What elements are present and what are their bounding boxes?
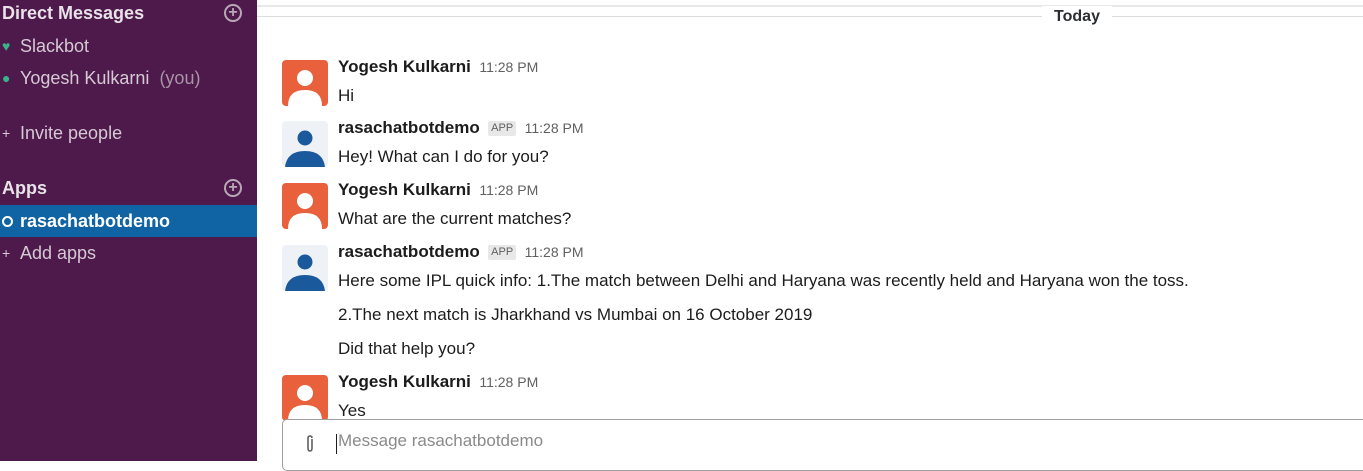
message-meta: Yogesh Kulkarni 11:28 PM <box>338 180 538 200</box>
message-time[interactable]: 11:28 PM <box>525 120 584 136</box>
message-text: Did that help you? <box>338 339 476 358</box>
invite-people-label: Invite people <box>20 122 123 143</box>
text-cursor <box>336 434 337 454</box>
header-divider <box>257 5 1363 7</box>
add-apps-button[interactable]: + Add apps <box>0 237 259 269</box>
message-composer[interactable] <box>282 419 1363 471</box>
add-app-icon[interactable]: + <box>224 179 242 197</box>
plus-icon: + <box>2 245 11 261</box>
message-author[interactable]: rasachatbotdemo <box>338 242 480 261</box>
message-author[interactable]: Yogesh Kulkarni <box>338 57 471 76</box>
direct-messages-header[interactable]: Direct Messages + <box>0 0 259 29</box>
sidebar-item-rasachatbotdemo[interactable]: rasachatbotdemo <box>0 205 257 237</box>
blue-person-avatar[interactable] <box>282 121 328 167</box>
message-time[interactable]: 11:28 PM <box>479 374 538 390</box>
heart-icon: ♥ <box>2 38 11 54</box>
message-time[interactable]: 11:28 PM <box>479 59 538 75</box>
app-badge: APP <box>488 245 517 260</box>
add-apps-label: Add apps <box>20 242 97 263</box>
message-author[interactable]: Yogesh Kulkarni <box>338 372 471 391</box>
message-text: Yes <box>338 401 366 420</box>
message-time[interactable]: 11:28 PM <box>525 244 584 260</box>
message-text: 2.The next match is Jharkhand vs Mumbai … <box>338 305 813 324</box>
orange-person-avatar[interactable] <box>282 183 328 229</box>
app-badge: APP <box>488 121 517 136</box>
date-divider: Today <box>1042 6 1112 28</box>
sidebar-item-label: Slackbot <box>20 35 90 56</box>
direct-messages-label: Direct Messages <box>2 2 145 23</box>
sidebar-item-slackbot[interactable]: ♥ Slackbot <box>0 30 259 62</box>
message-meta: Yogesh Kulkarni 11:28 PM <box>338 57 538 77</box>
blue-person-avatar[interactable] <box>282 245 328 291</box>
message-time[interactable]: 11:28 PM <box>479 182 538 198</box>
date-divider-line <box>257 16 1363 17</box>
plus-icon: + <box>2 125 11 141</box>
presence-icon: ● <box>2 70 11 86</box>
message-text: Here some IPL quick info: 1.The match be… <box>338 271 1189 290</box>
message-meta: rasachatbotdemo APP 11:28 PM <box>338 242 584 262</box>
sidebar-item-label: Yogesh Kulkarni <box>20 67 150 88</box>
app-status-icon <box>2 215 13 227</box>
add-direct-message-icon[interactable]: + <box>224 4 242 22</box>
message-author[interactable]: rasachatbotdemo <box>338 118 480 137</box>
message-text: Hi <box>338 86 355 105</box>
orange-person-avatar[interactable] <box>282 375 328 421</box>
you-label: (you) <box>159 67 201 88</box>
message-input[interactable] <box>338 430 1238 452</box>
apps-header[interactable]: Apps + <box>0 172 259 204</box>
message-meta: Yogesh Kulkarni 11:28 PM <box>338 372 538 392</box>
message-meta: rasachatbotdemo APP 11:28 PM <box>338 118 584 138</box>
message-text: What are the current matches? <box>338 209 572 228</box>
sidebar-item-yogesh-kulkarni[interactable]: ● Yogesh Kulkarni (you) <box>0 62 259 94</box>
apps-label: Apps <box>2 177 47 198</box>
orange-person-avatar[interactable] <box>282 60 328 106</box>
sidebar: Direct Messages + ♥ Slackbot ● Yogesh Ku… <box>0 0 257 461</box>
invite-people-button[interactable]: + Invite people <box>0 117 259 149</box>
message-pane: Today Yogesh Kulkarni 11:28 PM Hi rasach… <box>257 0 1363 471</box>
paperclip-icon[interactable] <box>303 435 317 452</box>
message-text: Hey! What can I do for you? <box>338 147 549 166</box>
sidebar-item-label: rasachatbotdemo <box>20 210 171 231</box>
message-author[interactable]: Yogesh Kulkarni <box>338 180 471 199</box>
